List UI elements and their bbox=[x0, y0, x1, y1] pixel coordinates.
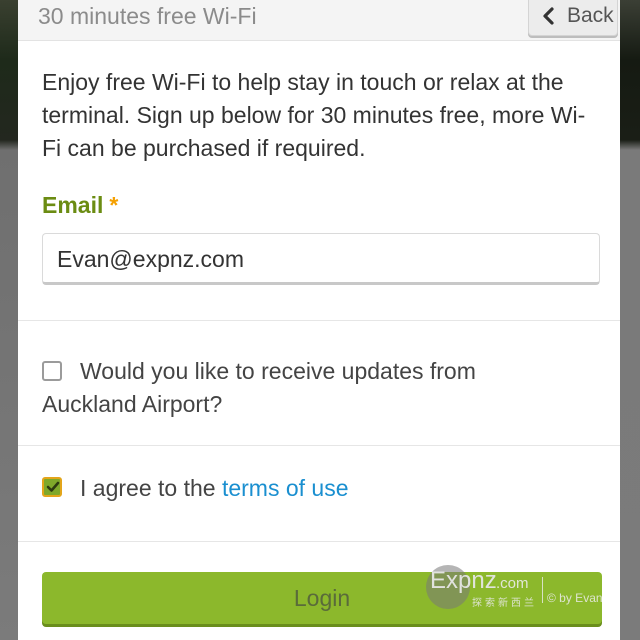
terms-label: I agree to the terms of use bbox=[80, 475, 348, 502]
terms-of-use-link[interactable]: terms of use bbox=[222, 475, 349, 501]
page-title: 30 minutes free Wi-Fi bbox=[38, 3, 257, 29]
divider bbox=[18, 445, 620, 446]
intro-text: Enjoy free Wi-Fi to help stay in touch o… bbox=[42, 69, 586, 161]
watermark: Expnz .com 探索新西兰 © by Evan bbox=[426, 561, 640, 621]
watermark-credit: © by Evan bbox=[547, 591, 603, 605]
email-label-text: Email bbox=[42, 192, 104, 218]
terms-prefix: I agree to the bbox=[80, 475, 216, 501]
terms-checkbox[interactable] bbox=[42, 477, 62, 497]
divider bbox=[18, 320, 620, 321]
watermark-tld: .com bbox=[496, 575, 529, 592]
chevron-left-icon bbox=[543, 7, 554, 25]
email-field-value: Evan@expnz.com bbox=[57, 246, 244, 272]
watermark-brand: Expnz bbox=[430, 567, 497, 594]
wifi-signup-card: 30 minutes free Wi-Fi Back Enjoy free Wi… bbox=[18, 0, 620, 640]
email-field[interactable]: Evan@expnz.com bbox=[42, 233, 600, 285]
back-button[interactable]: Back bbox=[528, 0, 618, 36]
checkmark-icon bbox=[46, 481, 60, 492]
divider bbox=[18, 541, 620, 542]
updates-label: Would you like to receive updates from A… bbox=[42, 358, 476, 417]
back-button-label: Back bbox=[567, 4, 614, 27]
watermark-chinese: 探索新西兰 bbox=[472, 598, 537, 609]
background-photo-left bbox=[0, 0, 18, 640]
background-photo-right bbox=[620, 0, 640, 640]
watermark-separator bbox=[542, 577, 543, 603]
required-mark: * bbox=[109, 192, 119, 218]
header-bar: 30 minutes free Wi-Fi Back bbox=[18, 0, 620, 41]
email-label: Email * bbox=[42, 192, 118, 219]
